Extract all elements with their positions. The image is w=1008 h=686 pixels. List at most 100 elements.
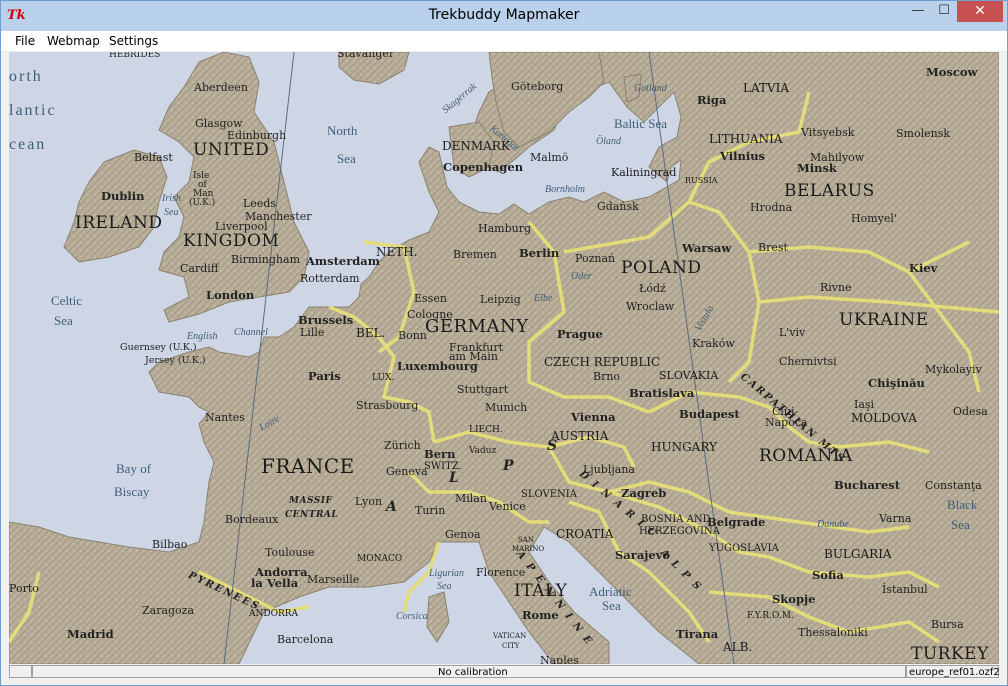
island-label: Guernsey (U.K.) bbox=[120, 342, 197, 353]
sea-label: Sea bbox=[951, 517, 970, 532]
city-label: Mykolayiv bbox=[925, 363, 982, 376]
city-label: Leipzig bbox=[480, 293, 521, 306]
menu-settings[interactable]: Settings bbox=[109, 34, 158, 48]
maximize-button[interactable]: ☐ bbox=[931, 1, 957, 22]
sea-label: Biscay bbox=[114, 484, 150, 499]
city-label: Rome bbox=[522, 608, 559, 622]
city-label: Bordeaux bbox=[225, 513, 279, 526]
country-label: CZECH REPUBLIC bbox=[544, 355, 661, 369]
city-label: Turin bbox=[415, 504, 446, 517]
country-label: CROATIA bbox=[556, 527, 614, 541]
city-label: Skopje bbox=[772, 592, 816, 606]
sea-label: Sea bbox=[337, 151, 356, 166]
city-label: Kaliningrad bbox=[611, 166, 677, 179]
city-label: Geneva bbox=[386, 465, 428, 478]
city-label: Göteborg bbox=[511, 80, 564, 93]
city-label: Genoa bbox=[445, 528, 481, 541]
country-label: BULGARIA bbox=[824, 547, 892, 561]
sea-label: Corsica bbox=[396, 611, 428, 622]
window-title: Trekbuddy Mapmaker bbox=[428, 7, 580, 23]
city-label: Lyon bbox=[355, 495, 383, 508]
river-label: Danube bbox=[817, 519, 849, 530]
city-label: Wroclaw bbox=[626, 300, 675, 313]
city-label: Sofia bbox=[812, 568, 844, 582]
sea-label: Channel bbox=[234, 327, 268, 338]
city-label: Strasbourg bbox=[356, 399, 419, 412]
mountain-label: L bbox=[449, 470, 461, 486]
city-label: Gdańsk bbox=[597, 200, 639, 213]
city-label: Luxembourg bbox=[397, 359, 478, 373]
city-label: Belfast bbox=[134, 151, 173, 164]
sea-label: lantic bbox=[9, 102, 57, 119]
city-label: Rivne bbox=[820, 281, 852, 294]
country-label: MONACO bbox=[357, 554, 403, 564]
sea-label: cean bbox=[9, 136, 47, 153]
sea-label: Sea bbox=[54, 313, 73, 328]
sea-label: Irish bbox=[162, 193, 181, 204]
city-label: Riga bbox=[697, 93, 727, 107]
city-label: Kiev bbox=[909, 261, 938, 275]
city-label: Bremen bbox=[453, 248, 497, 261]
city-label: Florence bbox=[476, 566, 526, 579]
country-label: BEL. bbox=[356, 326, 386, 340]
city-label: Zaragoza bbox=[142, 604, 195, 617]
country-label: POLAND bbox=[621, 258, 702, 278]
city-label: Bucharest bbox=[834, 478, 901, 492]
city-label: Leeds bbox=[243, 197, 277, 210]
map-file-name: europe_ref01.ozf2 bbox=[909, 667, 1000, 678]
map-view[interactable]: orth lantic cean North Sea Irish Sea Cel… bbox=[9, 52, 999, 664]
city-label: Zagreb bbox=[621, 486, 667, 500]
city-label: Prague bbox=[557, 327, 603, 341]
city-label: Chişinău bbox=[868, 376, 925, 390]
mountain-label: MASSIF bbox=[289, 496, 333, 506]
title-bar[interactable]: Tk Trekbuddy Mapmaker — ☐ ✕ bbox=[1, 1, 1007, 31]
city-label: Liverpool bbox=[215, 220, 268, 233]
minimize-button[interactable]: — bbox=[905, 1, 931, 22]
city-label: Rotterdam bbox=[300, 272, 360, 285]
city-label: Stavanger bbox=[337, 52, 395, 60]
city-label: L'viv bbox=[779, 326, 806, 339]
city-label: Homyel' bbox=[851, 212, 897, 225]
menu-file[interactable]: File bbox=[15, 34, 35, 48]
city-label: Poznań bbox=[575, 252, 616, 265]
city-label: Essen bbox=[414, 292, 447, 305]
city-label: Birmingham bbox=[231, 253, 301, 266]
city-label: Hamburg bbox=[478, 222, 532, 235]
sea-label: Sea bbox=[164, 207, 179, 218]
country-label: LUX. bbox=[372, 373, 395, 383]
country-label: UKRAINE bbox=[839, 310, 929, 330]
city-label: Barcelona bbox=[277, 633, 334, 646]
city-label: Warsaw bbox=[682, 241, 732, 255]
city-label: Copenhagen bbox=[443, 160, 524, 174]
country-label: F.Y.R.O.M. bbox=[747, 611, 794, 621]
river-label: Oder bbox=[571, 271, 592, 282]
city-label: Kraków bbox=[692, 337, 735, 350]
country-label: UNITED bbox=[193, 140, 270, 160]
city-label: Bursa bbox=[931, 618, 964, 631]
city-label: Tirana bbox=[676, 627, 719, 641]
sea-label: Black bbox=[947, 497, 978, 512]
city-label: Łódź bbox=[639, 282, 666, 295]
mountain-label: P bbox=[503, 458, 516, 474]
city-label: Marseille bbox=[307, 573, 360, 586]
city-label: Odesa bbox=[953, 405, 988, 418]
mountain-label: S bbox=[547, 438, 560, 454]
mountain-label: A bbox=[386, 499, 399, 515]
city-label: Vienna bbox=[571, 410, 616, 424]
close-button[interactable]: ✕ bbox=[957, 1, 1003, 22]
city-label: Budapest bbox=[679, 407, 740, 421]
city-label: la Vella bbox=[251, 576, 299, 590]
city-label: Sarajevo bbox=[615, 548, 671, 562]
sea-label: North bbox=[327, 123, 358, 138]
city-label: Malmö bbox=[530, 151, 569, 164]
city-label: Milan bbox=[455, 492, 487, 505]
menu-webmap[interactable]: Webmap bbox=[47, 34, 100, 48]
island-label: Bornholm bbox=[545, 184, 585, 195]
city-label: Vilnius bbox=[720, 149, 766, 163]
city-label: Zürich bbox=[384, 439, 421, 452]
island-label: Öland bbox=[596, 136, 621, 147]
sea-label: orth bbox=[9, 68, 43, 85]
island-label: Jersey (U.K.) bbox=[145, 355, 206, 366]
city-label: Napoca bbox=[765, 416, 808, 429]
status-cell-center: No calibration bbox=[32, 665, 906, 678]
